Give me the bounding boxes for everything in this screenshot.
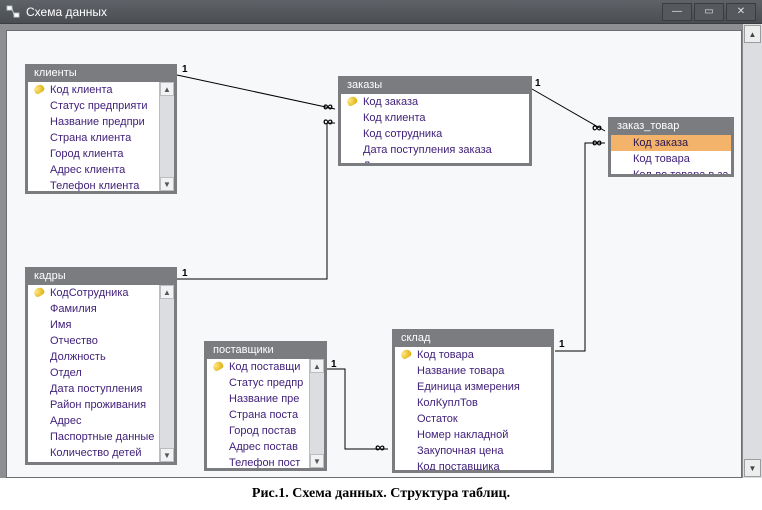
table-stock[interactable]: склад Код товараНазвание товараЕдиница и…: [392, 329, 554, 473]
field-item[interactable]: Паспортные данные: [28, 429, 174, 445]
field-item[interactable]: Должность: [28, 349, 174, 365]
field-item[interactable]: Код клиента: [341, 110, 529, 126]
field-item[interactable]: КолКуплТов: [395, 395, 551, 411]
rel-one: 1: [182, 268, 188, 279]
field-item[interactable]: Дата выполнения заказа: [341, 158, 529, 163]
table-body: Код клиентаСтатус предприятиНазвание пре…: [28, 82, 174, 191]
field-item[interactable]: Отдел: [28, 365, 174, 381]
rel-many: ∞: [375, 439, 385, 455]
diagram-canvas[interactable]: 1 ∞ 1 ∞ 1 ∞ 1 ∞ 1 ∞ клиенты Код клиентаС…: [6, 30, 742, 478]
scroll-up-icon[interactable]: ▲: [160, 285, 174, 299]
field-item[interactable]: Дата поступления заказа: [341, 142, 529, 158]
maximize-button[interactable]: ▭: [694, 3, 724, 21]
field-item[interactable]: Район проживания: [28, 397, 174, 413]
figure-caption: Рис.1. Схема данных. Структура таблиц.: [0, 478, 762, 510]
field-item[interactable]: Отчество: [28, 333, 174, 349]
scroll-up-button[interactable]: ▲: [744, 25, 761, 43]
inner-scrollbar[interactable]: ▲▼: [159, 285, 174, 462]
table-suppliers[interactable]: поставщики Код поставщиСтатус предпрНазв…: [204, 341, 327, 471]
rel-one: 1: [559, 339, 565, 350]
table-staff[interactable]: кадры КодСотрудникаФамилияИмяОтчествоДол…: [25, 267, 177, 465]
field-item[interactable]: Закупочная цена: [395, 443, 551, 459]
field-item[interactable]: Название предпри: [28, 114, 174, 130]
table-body: Код поставщиСтатус предпрНазвание преСтр…: [207, 359, 324, 468]
field-item[interactable]: Код сотрудника: [341, 126, 529, 142]
field-item[interactable]: Название пре: [207, 391, 324, 407]
field-item[interactable]: Остаток: [395, 411, 551, 427]
scroll-down-icon[interactable]: ▼: [160, 448, 174, 462]
table-title[interactable]: кадры: [28, 267, 174, 285]
table-order-goods[interactable]: заказ_товар Код заказаКод товараКол-во т…: [608, 117, 734, 177]
field-item[interactable]: Страна клиента: [28, 130, 174, 146]
table-clients[interactable]: клиенты Код клиентаСтатус предприятиНазв…: [25, 64, 177, 194]
field-item[interactable]: Телефон пост: [207, 455, 324, 468]
diagram-canvas-outer: 1 ∞ 1 ∞ 1 ∞ 1 ∞ 1 ∞ клиенты Код клиентаС…: [0, 24, 742, 478]
scroll-down-button[interactable]: ▼: [744, 459, 761, 477]
field-item[interactable]: Код клиента: [28, 82, 174, 98]
field-item[interactable]: Единица измерения: [395, 379, 551, 395]
titlebar[interactable]: Схема данных — ▭ ✕: [0, 0, 762, 24]
scroll-track[interactable]: [743, 44, 762, 458]
rel-many: ∞: [323, 98, 333, 114]
table-body: Код заказаКод клиентаКод сотрудникаДата …: [341, 94, 529, 163]
field-item[interactable]: Дата рождения: [28, 461, 174, 462]
field-item[interactable]: Город клиента: [28, 146, 174, 162]
scroll-up-icon[interactable]: ▲: [160, 82, 174, 96]
minimize-button[interactable]: —: [662, 3, 692, 21]
field-item[interactable]: КодСотрудника: [28, 285, 174, 301]
rel-one: 1: [182, 64, 188, 75]
table-body: Код заказаКод товараКол-во товара в за: [611, 135, 731, 174]
rel-many: ∞: [592, 134, 602, 150]
close-button[interactable]: ✕: [726, 3, 756, 21]
app-window: Схема данных — ▭ ✕ 1 ∞ 1 ∞ 1 ∞ 1 ∞ 1 ∞: [0, 0, 762, 478]
field-item[interactable]: Адрес постав: [207, 439, 324, 455]
rel-many: ∞: [323, 113, 333, 129]
field-item[interactable]: Адрес клиента: [28, 162, 174, 178]
field-item[interactable]: Фамилия: [28, 301, 174, 317]
table-title[interactable]: склад: [395, 329, 551, 347]
table-orders[interactable]: заказы Код заказаКод клиентаКод сотрудни…: [338, 76, 532, 166]
field-item[interactable]: Телефон клиента: [28, 178, 174, 191]
field-item[interactable]: Количество детей: [28, 445, 174, 461]
scroll-up-icon[interactable]: ▲: [310, 359, 324, 373]
relationships-icon: [6, 5, 20, 19]
field-item[interactable]: Код заказа: [341, 94, 529, 110]
table-title[interactable]: поставщики: [207, 341, 324, 359]
table-title[interactable]: заказы: [341, 76, 529, 94]
field-item[interactable]: Город постав: [207, 423, 324, 439]
field-item[interactable]: Код поставщи: [207, 359, 324, 375]
field-item[interactable]: Номер накладной: [395, 427, 551, 443]
field-item[interactable]: Код товара: [395, 347, 551, 363]
field-item[interactable]: Название товара: [395, 363, 551, 379]
scroll-down-icon[interactable]: ▼: [310, 454, 324, 468]
field-item[interactable]: Имя: [28, 317, 174, 333]
vertical-scrollbar[interactable]: ▲ ▼: [742, 24, 762, 478]
window-title: Схема данных: [26, 5, 107, 19]
field-item[interactable]: Код товара: [611, 151, 731, 167]
field-item[interactable]: Код поставщика: [395, 459, 551, 470]
table-title[interactable]: клиенты: [28, 64, 174, 82]
field-item[interactable]: Код заказа: [611, 135, 731, 151]
rel-many: ∞: [592, 119, 602, 135]
table-title[interactable]: заказ_товар: [611, 117, 731, 135]
inner-scrollbar[interactable]: ▲▼: [159, 82, 174, 191]
scroll-down-icon[interactable]: ▼: [160, 177, 174, 191]
field-item[interactable]: Страна поста: [207, 407, 324, 423]
field-item[interactable]: Статус предприяти: [28, 98, 174, 114]
field-item[interactable]: Адрес: [28, 413, 174, 429]
table-body: Код товараНазвание товараЕдиница измерен…: [395, 347, 551, 470]
field-item[interactable]: Статус предпр: [207, 375, 324, 391]
field-item[interactable]: Кол-во товара в за: [611, 167, 731, 174]
rel-one: 1: [331, 359, 337, 370]
inner-scrollbar[interactable]: ▲▼: [309, 359, 324, 468]
field-item[interactable]: Дата поступления: [28, 381, 174, 397]
table-body: КодСотрудникаФамилияИмяОтчествоДолжность…: [28, 285, 174, 462]
rel-one: 1: [535, 78, 541, 89]
